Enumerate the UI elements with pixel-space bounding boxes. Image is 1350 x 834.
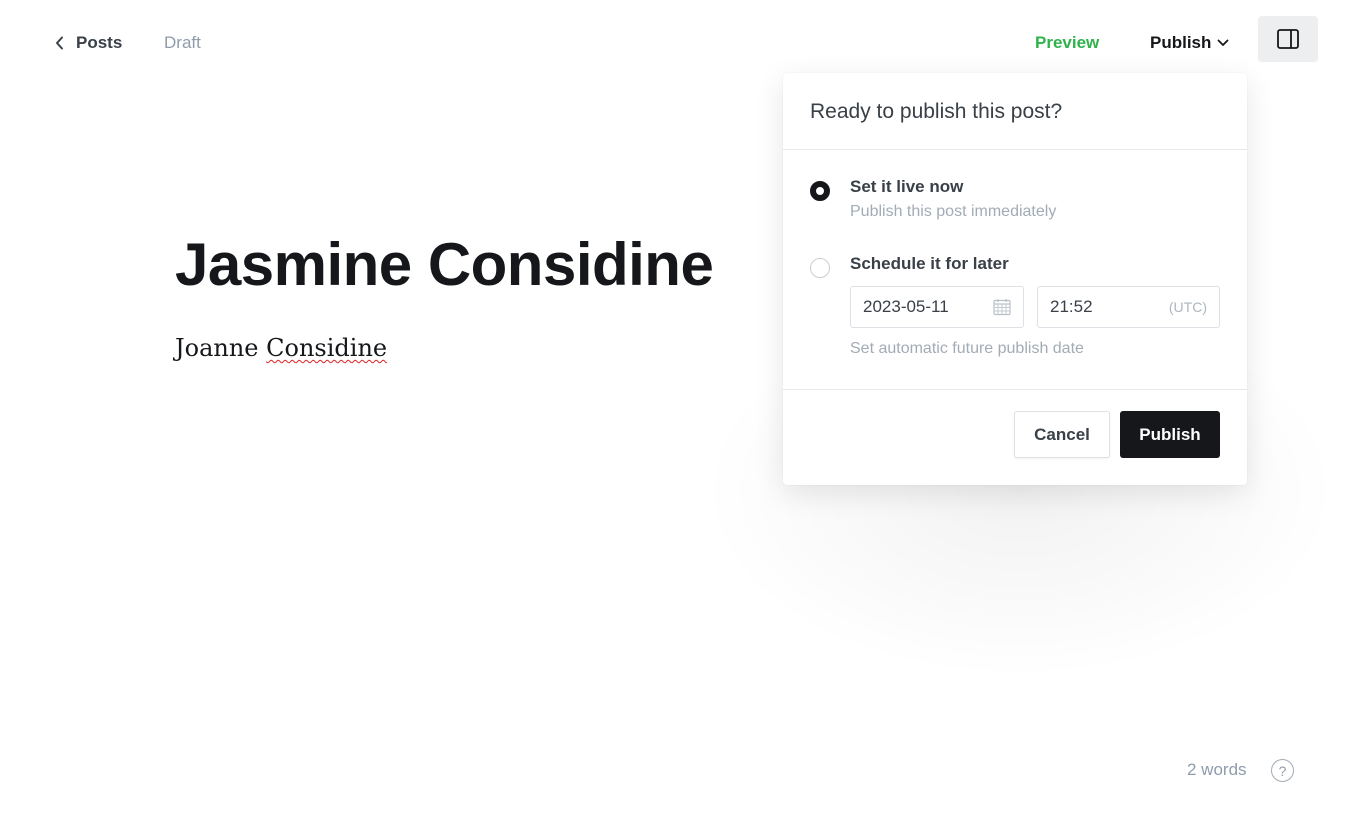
post-status: Draft xyxy=(164,33,201,52)
word-count: 2 words xyxy=(1187,760,1247,779)
publish-menu-button[interactable]: Publish xyxy=(1150,33,1229,53)
publish-popover: Ready to publish this post? Set it live … xyxy=(783,73,1247,485)
radio-publish-now[interactable] xyxy=(810,181,830,201)
chevron-down-icon xyxy=(1218,39,1229,46)
post-body-misspelled-word: Considine xyxy=(266,334,388,362)
sidebar-panel-icon xyxy=(1277,29,1299,49)
post-editor: Jasmine Considine Joanne Considine xyxy=(175,230,714,362)
popover-title: Ready to publish this post? xyxy=(810,100,1063,123)
publish-time-input[interactable]: 21:52 (UTC) xyxy=(1037,286,1220,328)
cancel-button[interactable]: Cancel xyxy=(1014,411,1110,458)
radio-schedule-later[interactable] xyxy=(810,258,830,278)
timezone-label: (UTC) xyxy=(1168,299,1207,315)
post-body[interactable]: Joanne Considine xyxy=(175,334,387,362)
back-link-label: Posts xyxy=(76,33,123,52)
sidebar-toggle-button[interactable] xyxy=(1258,16,1318,62)
popover-footer: Cancel Publish xyxy=(783,389,1247,485)
schedule-hint: Set automatic future publish date xyxy=(850,340,1084,357)
popover-header: Ready to publish this post? xyxy=(783,73,1247,150)
post-title[interactable]: Jasmine Considine xyxy=(175,230,714,299)
option-schedule-later[interactable]: Schedule it for later xyxy=(810,254,1009,278)
confirm-publish-button[interactable]: Publish xyxy=(1120,411,1220,458)
back-to-posts-link[interactable]: Posts xyxy=(52,30,122,56)
publish-menu-label: Publish xyxy=(1150,33,1212,52)
option-hint: Publish this post immediately xyxy=(850,203,1057,220)
calendar-icon xyxy=(993,299,1011,316)
publish-date-input[interactable]: 2023-05-11 xyxy=(850,286,1024,328)
publish-date-value: 2023-05-11 xyxy=(863,297,949,316)
preview-button[interactable]: Preview xyxy=(1035,33,1099,53)
option-publish-now[interactable]: Set it live now Publish this post immedi… xyxy=(810,177,1056,221)
option-label: Set it live now xyxy=(850,177,964,196)
schedule-fields: 2023-05-11 21:52 (UTC) xyxy=(850,286,1220,328)
help-circle-icon[interactable]: ? xyxy=(1271,759,1294,782)
publish-time-value: 21:52 xyxy=(1050,297,1093,316)
help-glyph: ? xyxy=(1278,762,1287,779)
chevron-left-icon xyxy=(52,30,66,56)
option-label: Schedule it for later xyxy=(850,254,1009,273)
post-body-word: Joanne xyxy=(175,334,259,362)
